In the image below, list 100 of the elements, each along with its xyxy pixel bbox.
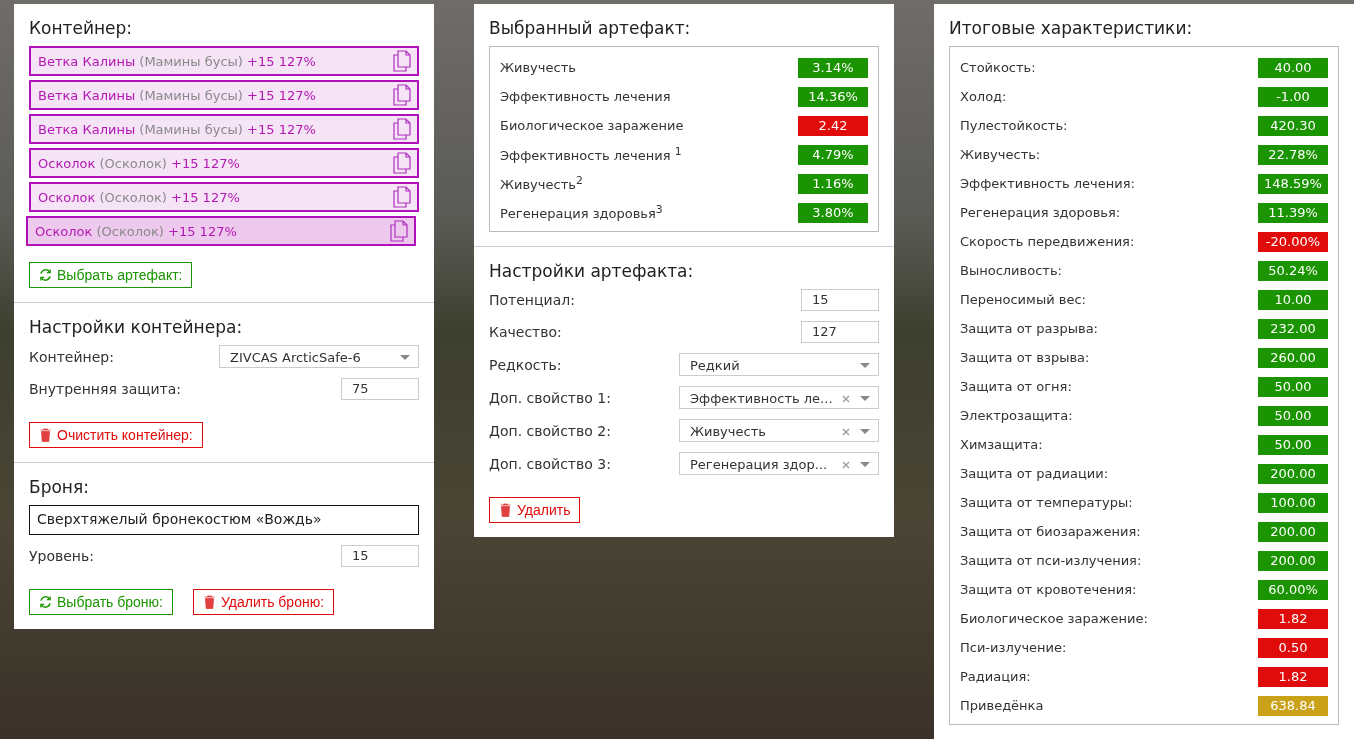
stat-label: Пси-излучение: <box>960 640 1067 655</box>
stat-label: Переносимый вес: <box>960 292 1086 307</box>
armor-name-field[interactable]: Сверхтяжелый бронекостюм «Вождь» <box>29 505 419 535</box>
clear-icon[interactable] <box>842 427 850 436</box>
copy-icon[interactable] <box>393 186 411 208</box>
trash-icon <box>499 503 512 517</box>
caret-icon <box>860 429 870 434</box>
stat-label: Защита от разрыва: <box>960 321 1098 336</box>
stat-value: 3.14% <box>798 57 868 78</box>
field-label: Потенциал: <box>489 292 575 308</box>
stat-label: Защита от взрыва: <box>960 350 1090 365</box>
stat-label: Скорость передвижения: <box>960 234 1135 249</box>
stat-label: Регенерация здоровья$^{3}$ <box>500 203 663 222</box>
copy-icon[interactable] <box>393 50 411 72</box>
select-field[interactable]: Эффективность ле... <box>679 386 879 409</box>
stat-value: 232.00 <box>1258 318 1328 339</box>
field-label: Доп. свойство 3: <box>489 455 611 472</box>
select-field[interactable]: Живучесть <box>679 419 879 442</box>
stat-value: -20.00% <box>1258 231 1328 252</box>
stat-label: Эффективность лечения $^{1}$ <box>500 145 682 164</box>
input-field[interactable]: 15 <box>341 545 419 567</box>
copy-icon[interactable] <box>393 84 411 106</box>
caret-icon <box>400 355 410 360</box>
clear-icon[interactable] <box>842 460 850 469</box>
stat-value: -1.00 <box>1258 86 1328 107</box>
select-field[interactable]: Регенерация здор... <box>679 452 879 475</box>
stat-label: Стойкость: <box>960 60 1036 75</box>
stat-label: Защита от пси-излучения: <box>960 553 1142 568</box>
stat-label: Защита от биозаражения: <box>960 524 1141 539</box>
stat-label: Защита от огня: <box>960 379 1072 394</box>
stat-label: Химзащита: <box>960 437 1043 452</box>
stat-value: 50.24% <box>1258 260 1328 281</box>
input-field[interactable]: 75 <box>341 378 419 400</box>
caret-icon <box>860 363 870 368</box>
section-title: Настройки контейнера: <box>29 317 244 337</box>
artifact-slot[interactable]: Ветка Калины (Мамины бусы) +15 127% <box>29 46 419 76</box>
section-title: Броня: <box>29 477 90 497</box>
field-label: Уровень: <box>29 548 94 564</box>
section-title: Выбранный артефакт: <box>489 18 692 38</box>
delete-artifact-button[interactable]: Удалить <box>489 497 581 523</box>
stat-value: 1.82 <box>1258 608 1328 629</box>
section-title: Контейнер: <box>29 18 134 38</box>
select-field[interactable]: ZIVCAS ArcticSafe-6 <box>219 345 419 368</box>
stat-value: 1.82 <box>1258 666 1328 687</box>
artifact-slot[interactable]: Осколок (Осколок) +15 127% <box>26 216 416 246</box>
refresh-icon <box>39 268 52 282</box>
artifact-slot[interactable]: Осколок (Осколок) +15 127% <box>29 182 419 212</box>
stat-value: 260.00 <box>1258 347 1328 368</box>
stat-value: 200.00 <box>1258 521 1328 542</box>
section-title: Итоговые характеристики: <box>949 18 1194 38</box>
copy-icon[interactable] <box>393 152 411 174</box>
section-title: Настройки артефакта: <box>489 261 695 281</box>
stat-label: Живучесть <box>500 60 576 75</box>
field-label: Внутренняя защита: <box>29 381 182 397</box>
select-field[interactable]: Редкий <box>679 353 879 376</box>
choose-artifact-button[interactable]: Выбрать артефакт: <box>29 262 193 288</box>
stat-label: Радиация: <box>960 669 1031 684</box>
stat-value: 200.00 <box>1258 550 1328 571</box>
stat-label: Пулестойкость: <box>960 118 1068 133</box>
stat-value: 638.84 <box>1258 695 1328 716</box>
copy-icon[interactable] <box>390 220 408 242</box>
stat-label: Биологическое заражение <box>500 118 684 133</box>
copy-icon[interactable] <box>393 118 411 140</box>
stat-label: Холод: <box>960 89 1007 104</box>
delete-armor-button[interactable]: Удалить броню: <box>193 589 335 615</box>
field-label: Контейнер: <box>29 348 114 365</box>
stat-value: 14.36% <box>798 86 868 107</box>
stat-label: Защита от температуры: <box>960 495 1133 510</box>
clear-icon[interactable] <box>842 394 850 403</box>
stat-label: Эффективность лечения <box>500 89 671 104</box>
stat-label: Биологическое заражение: <box>960 611 1148 626</box>
choose-armor-button[interactable]: Выбрать броню: <box>29 589 173 615</box>
stat-value: 4.79% <box>798 144 868 165</box>
artifact-slot[interactable]: Ветка Калины (Мамины бусы) +15 127% <box>29 114 419 144</box>
stat-value: 3.80% <box>798 202 868 223</box>
stat-label: Выносливость: <box>960 263 1062 278</box>
field-label: Доп. свойство 2: <box>489 422 611 439</box>
stat-value: 50.00 <box>1258 434 1328 455</box>
stat-value: 420.30 <box>1258 115 1328 136</box>
refresh-icon <box>39 595 52 609</box>
stat-label: Эффективность лечения: <box>960 176 1135 191</box>
field-label: Редкость: <box>489 356 562 373</box>
stat-value: 0.50 <box>1258 637 1328 658</box>
stat-value: 100.00 <box>1258 492 1328 513</box>
stat-value: 2.42 <box>798 115 868 136</box>
artifact-slot[interactable]: Осколок (Осколок) +15 127% <box>29 148 419 178</box>
stat-value: 60.00% <box>1258 579 1328 600</box>
stat-label: Регенерация здоровья: <box>960 205 1121 220</box>
input-field[interactable]: 127 <box>801 321 879 343</box>
input-field[interactable]: 15 <box>801 289 879 311</box>
stat-value: 50.00 <box>1258 405 1328 426</box>
field-label: Качество: <box>489 324 562 340</box>
field-label: Доп. свойство 1: <box>489 389 611 406</box>
stat-label: Защита от радиации: <box>960 466 1109 481</box>
artifact-slot[interactable]: Ветка Калины (Мамины бусы) +15 127% <box>29 80 419 110</box>
stat-value: 1.16% <box>798 173 868 194</box>
stat-label: Защита от кровотечения: <box>960 582 1137 597</box>
clear-container-button[interactable]: Очистить контейнер: <box>29 422 203 448</box>
stat-label: Приведёнка <box>960 698 1044 713</box>
stat-value: 148.59% <box>1258 173 1328 194</box>
